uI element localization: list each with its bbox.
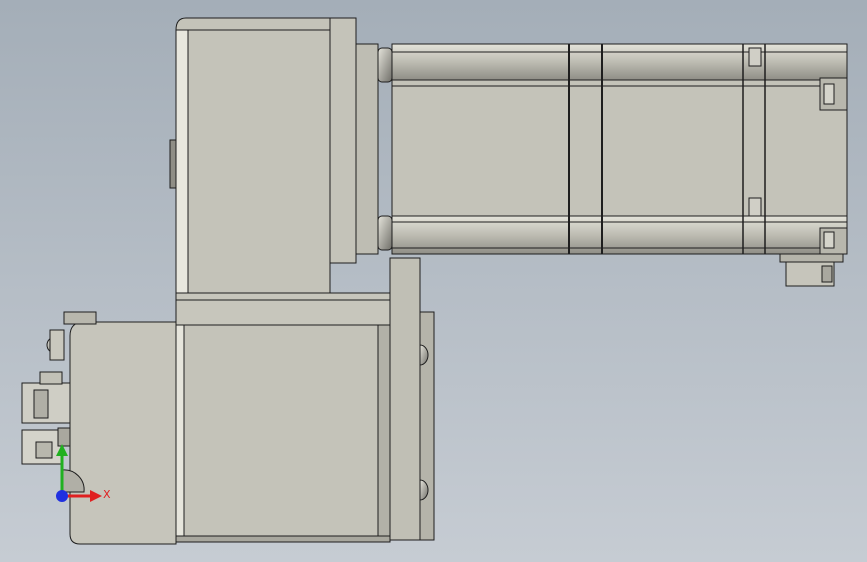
motor-connector	[779, 253, 844, 287]
x-axis-label: X	[103, 488, 111, 501]
z-axis-dot	[56, 490, 68, 502]
lower-gear-housing	[175, 257, 435, 543]
cad-model-drawing[interactable]: X	[0, 0, 867, 562]
upper-gear-housing	[169, 17, 357, 294]
motor-flange	[355, 43, 393, 255]
cad-viewport[interactable]: X	[0, 0, 867, 562]
servo-motor-body	[391, 43, 848, 255]
